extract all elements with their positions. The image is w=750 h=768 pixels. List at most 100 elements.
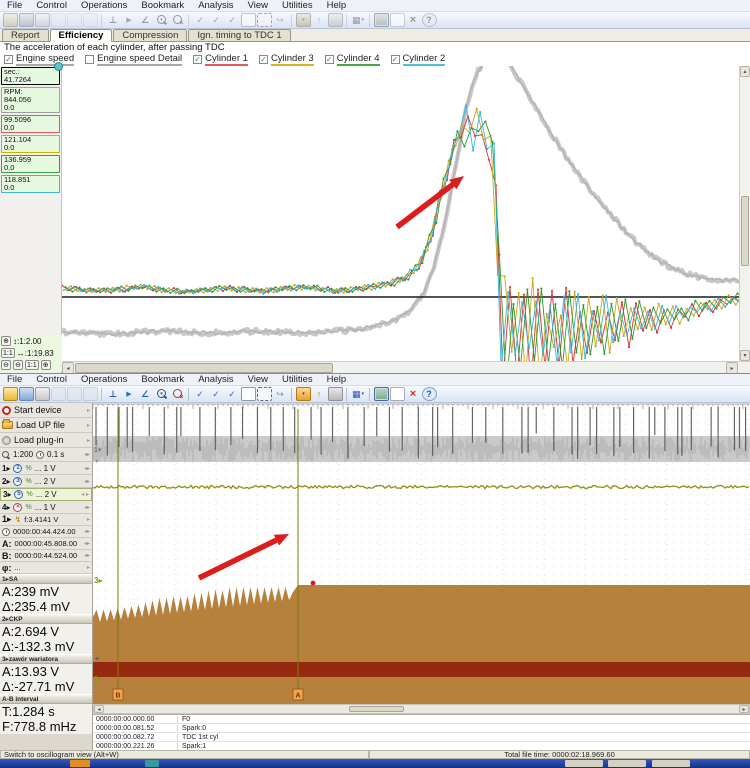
- event-row[interactable]: 0000:00:00.000.00F0: [93, 715, 750, 724]
- adjust-arrows-icon[interactable]: ◂▸: [84, 478, 90, 485]
- menu-view[interactable]: View: [241, 374, 275, 385]
- clear-icon[interactable]: [328, 13, 343, 27]
- zoom-out-h-button[interactable]: ⊖: [13, 360, 23, 370]
- menu-operations[interactable]: Operations: [74, 374, 134, 385]
- tab-efficiency[interactable]: Efficiency: [50, 29, 113, 42]
- checkbox-icon[interactable]: ✓: [391, 55, 400, 64]
- save-file-icon[interactable]: [19, 13, 34, 27]
- load-session-icon[interactable]: ▾: [296, 13, 311, 27]
- oscillogram-area[interactable]: BA1▾+3▸+2▸: [93, 403, 750, 704]
- notes-page-icon[interactable]: [241, 387, 256, 401]
- zoom-off-icon[interactable]: [170, 387, 185, 401]
- analysis-compass-icon[interactable]: ∠: [138, 387, 153, 401]
- taskbar-button[interactable]: [565, 760, 603, 767]
- taskbar-button[interactable]: [608, 760, 646, 767]
- checkbox-icon[interactable]: ✓: [193, 55, 202, 64]
- scroll-left-button[interactable]: ◂: [94, 705, 104, 713]
- selection-marquee-icon[interactable]: [257, 387, 272, 401]
- open-file-icon[interactable]: [3, 387, 18, 401]
- export-icon[interactable]: [83, 13, 98, 27]
- delete-icon[interactable]: ×: [406, 13, 421, 27]
- legend-engine-speed[interactable]: ✓Engine speed: [4, 53, 74, 66]
- cursor-row-time[interactable]: 0000:00:44.424.00◂▸: [0, 526, 92, 538]
- adjust-arrows-icon[interactable]: ◂▸: [84, 465, 90, 472]
- paste-icon[interactable]: [67, 13, 82, 27]
- pin-up-icon[interactable]: ↑: [312, 13, 327, 27]
- checkbox-icon[interactable]: [85, 55, 94, 64]
- adjust-arrows-icon[interactable]: ◂▸: [84, 504, 90, 511]
- cursor-row-a[interactable]: A:0000:00:45.808.00◂▸: [0, 538, 92, 550]
- adjust-arrows-icon[interactable]: ▸: [87, 564, 90, 571]
- trigger-row[interactable]: 1▸ ↯ f:3.4141 V ▸: [0, 514, 92, 526]
- menu-control[interactable]: Control: [29, 0, 74, 11]
- tab-report[interactable]: Report: [2, 29, 49, 41]
- tab-ign-timing-to-tdc-1[interactable]: Ign. timing to TDC 1: [188, 29, 290, 41]
- cursor-row-φ[interactable]: φ:...▸: [0, 562, 92, 574]
- zoom-reset-button[interactable]: 1:1: [25, 360, 39, 370]
- load-plugin-button[interactable]: Load plug-in ▸: [0, 433, 92, 448]
- start-device-button[interactable]: Start device ▸: [0, 403, 92, 418]
- cursor-a-marker-icon[interactable]: [54, 62, 63, 71]
- bookmark-flag-icon[interactable]: ▶: [122, 387, 137, 401]
- legend-engine-speed-detail[interactable]: Engine speed Detail: [85, 53, 182, 66]
- chart-horizontal-scrollbar[interactable]: ◂ ▸: [62, 361, 750, 374]
- adjust-arrows-icon[interactable]: ◂ ▸: [81, 491, 89, 498]
- checkbox-icon[interactable]: ✓: [259, 55, 268, 64]
- zoom-vertical-button[interactable]: ⊕: [1, 336, 11, 346]
- adjust-arrows-icon[interactable]: ◂▸: [84, 451, 90, 458]
- delete-icon[interactable]: ×: [406, 387, 421, 401]
- hscroll-thumb[interactable]: [75, 363, 333, 373]
- scroll-up-button[interactable]: ▴: [740, 66, 750, 77]
- vscroll-thumb[interactable]: [741, 196, 749, 266]
- check-2-icon[interactable]: ✓: [209, 387, 224, 401]
- tab-compression[interactable]: Compression: [113, 29, 187, 41]
- channel-row-2[interactable]: 2▸3%... 2 V◂▸: [0, 475, 92, 488]
- oscillogram-scroll-thumb[interactable]: [349, 706, 404, 712]
- menu-file[interactable]: File: [0, 374, 29, 385]
- chart-vertical-scrollbar[interactable]: ▴ ▾: [739, 66, 750, 361]
- grid-settings-icon[interactable]: ▦▾: [351, 387, 366, 401]
- menu-file[interactable]: File: [0, 0, 29, 11]
- zoom-tool-icon[interactable]: ▾: [154, 387, 169, 401]
- selection-marquee-icon[interactable]: [257, 13, 272, 27]
- menu-help[interactable]: Help: [320, 374, 354, 385]
- copy-icon[interactable]: [51, 13, 66, 27]
- channel-row-3[interactable]: 3▸5%... 2 V◂ ▸: [0, 488, 92, 501]
- help-icon[interactable]: ?: [422, 387, 437, 401]
- zoom-in-button[interactable]: ⊕: [41, 360, 51, 370]
- analysis-compass-icon[interactable]: ∠: [138, 13, 153, 27]
- oscillogram-scrollbar[interactable]: ◂ ▸: [93, 704, 750, 714]
- menu-control[interactable]: Control: [29, 374, 74, 385]
- scroll-left-button[interactable]: ◂: [62, 362, 74, 374]
- adjust-arrows-icon[interactable]: ◂▸: [84, 552, 90, 559]
- checkbox-icon[interactable]: ✓: [325, 55, 334, 64]
- print-icon[interactable]: [35, 387, 50, 401]
- measure-tool-icon[interactable]: ⊥: [106, 13, 121, 27]
- copy-icon[interactable]: [51, 387, 66, 401]
- image-view-icon[interactable]: [374, 387, 389, 401]
- blank-page-icon[interactable]: [390, 387, 405, 401]
- channel-row-4[interactable]: 4▸×%... 1 V◂▸: [0, 501, 92, 514]
- check-1-icon[interactable]: ✓: [193, 13, 208, 27]
- measure-tool-icon[interactable]: ⊥: [106, 387, 121, 401]
- event-row[interactable]: 0000:00:00.082.72TDC 1st cyl: [93, 733, 750, 742]
- scale-row[interactable]: 1:200 0.1 s ◂▸: [0, 448, 92, 462]
- zoom-1to1-button[interactable]: 1:1: [1, 348, 15, 358]
- check-1-icon[interactable]: ✓: [193, 387, 208, 401]
- menu-help[interactable]: Help: [320, 0, 354, 11]
- image-view-icon[interactable]: [374, 13, 389, 27]
- scroll-down-button[interactable]: ▾: [740, 350, 750, 361]
- open-file-icon[interactable]: [3, 13, 18, 27]
- redo-icon[interactable]: ↪: [273, 13, 288, 27]
- taskbar-button[interactable]: [652, 760, 690, 767]
- load-up-file-button[interactable]: Load UP file ▸: [0, 418, 92, 433]
- scroll-right-button[interactable]: ▸: [739, 705, 749, 713]
- adjust-arrows-icon[interactable]: ◂▸: [84, 528, 90, 535]
- blank-page-icon[interactable]: [390, 13, 405, 27]
- paste-icon[interactable]: [67, 387, 82, 401]
- adjust-arrows-icon[interactable]: ◂▸: [84, 540, 90, 547]
- pin-up-icon[interactable]: ↑: [312, 387, 327, 401]
- check-3-icon[interactable]: ✓: [225, 13, 240, 27]
- legend-cylinder-1[interactable]: ✓Cylinder 1: [193, 53, 248, 66]
- menu-bookmark[interactable]: Bookmark: [134, 0, 191, 11]
